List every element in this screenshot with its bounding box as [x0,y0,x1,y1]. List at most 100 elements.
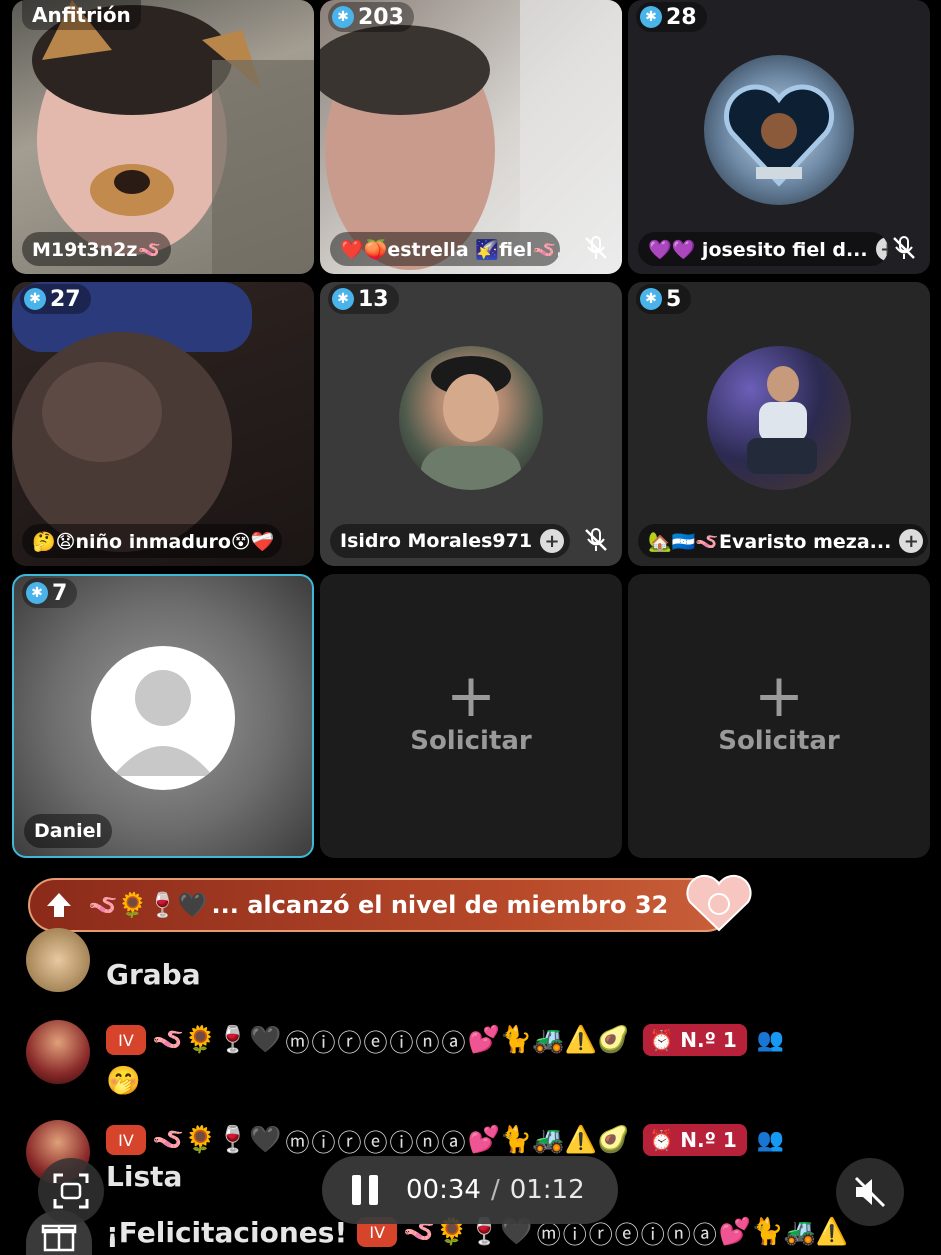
snowflake-icon: ✱ [332,288,354,310]
viewer-count: 5 [666,286,682,312]
guest-name-pill[interactable]: M19t3n2z🪱 [22,232,172,266]
level-badge: IV [106,1125,146,1155]
guest-name-pill[interactable]: Isidro Morales971 + [330,524,570,558]
follow-plus-icon[interactable]: + [540,529,565,553]
user-emojis: 🪱🌻🍷🖤 [152,1025,282,1055]
scan-frame-icon [53,1173,89,1209]
pause-icon-bar [352,1175,361,1205]
host-label: Anfitrión [22,0,141,30]
level-badge: IV [106,1025,146,1055]
pause-icon-bar [369,1175,378,1205]
viewer-count-badge: ✱ 27 [20,284,91,314]
user-group-icon: 👥 [756,1127,785,1153]
user-emojis-after: 💕🐈🚜⚠️🥑 [467,1125,630,1155]
guest-avatar [707,346,851,490]
user-emojis: 🪱🌻🍷🖤 [152,1125,282,1155]
chat-message-text: ¡Felicitaciones! [106,1215,348,1249]
viewer-count: 203 [358,4,404,30]
rank-badge: ⏰ N.º 1 [643,1024,747,1056]
user-emojis-after: 💕🐈🚜⚠️ [718,1217,849,1247]
rank-label: N.º 1 [680,1128,737,1152]
follow-plus-icon[interactable]: + [899,529,924,553]
chat-message-text: 🤭 [106,1063,141,1097]
guest-avatar [704,55,854,205]
guest-name-pill[interactable]: Daniel [24,814,113,848]
guest-name-pill[interactable]: 💜💜 josesito fiel d... + [638,232,888,266]
viewer-count: 7 [52,580,68,606]
guest-avatar [399,346,543,490]
banner-emojis: 🪱🌻🍷🖤 [88,891,208,919]
viewer-count: 27 [50,286,81,312]
viewer-count: 28 [666,4,697,30]
rank-label: N.º 1 [680,1028,737,1052]
speaker-muted-icon [854,1176,886,1208]
add-icon: + [753,661,805,731]
guest-tile-selected[interactable]: ✱ 7 Daniel [12,574,314,858]
alarm-icon: ⏰ [649,1128,675,1152]
guest-tile[interactable]: ✱ 27 🤔😧niño inmaduro😵❤️‍🩹 [12,282,314,566]
chat-username: ⓜⓘⓡⓔⓘⓝⓐ [285,1028,468,1057]
guest-name: 🏡🇭🇳🪱Evaristo meza... [648,530,892,553]
viewer-count-badge: ✱ 7 [22,578,78,608]
mic-muted-icon [585,236,607,259]
chat-user-line[interactable]: IV 🪱🌻🍷🖤 ⓜⓘⓡⓔⓘⓝⓐ 💕🐈🚜⚠️🥑 ⏰ N.º 1 👥 [106,1120,784,1160]
guest-name-pill[interactable]: ❤️🍑estrella 🌠fiel🪱... [330,232,560,266]
user-emojis-after: 💕🐈🚜⚠️🥑 [467,1025,630,1055]
chat-user-line[interactable]: IV 🪱🌻🍷🖤 ⓜⓘⓡⓔⓘⓝⓐ 💕🐈🚜⚠️🥑 ⏰ N.º 1 👥 [106,1020,784,1060]
pause-button[interactable] [352,1175,378,1205]
guest-name: 💜💜 josesito fiel d... [648,238,868,261]
guest-name: Isidro Morales971 [340,530,533,552]
viewer-count-badge: ✱ 203 [328,2,414,32]
snowflake-icon: ✱ [332,6,354,28]
member-level-banner: 🪱🌻🍷🖤 ... alcanzó el nivel de miembro 32 [28,878,733,932]
screenshot-button[interactable] [38,1158,104,1224]
chat-message-text: Graba [106,958,201,991]
guest-name-pill[interactable]: 🤔😧niño inmaduro😵❤️‍🩹 [22,524,282,558]
heart-icon [686,874,752,932]
snowflake-icon: ✱ [640,288,662,310]
snowflake-icon: ✱ [24,288,46,310]
default-avatar-icon [91,646,235,790]
user-group-icon: 👥 [756,1027,785,1053]
follow-plus-icon[interactable]: + [875,237,888,261]
request-slot[interactable]: + Solicitar [320,574,622,858]
viewer-count-badge: ✱ 5 [636,284,692,314]
add-icon: + [445,661,497,731]
guest-name-pill[interactable]: 🏡🇭🇳🪱Evaristo meza... + [638,524,928,558]
current-time: 00:34 [406,1175,481,1205]
avatar[interactable] [26,928,90,992]
viewer-count: 13 [358,286,389,312]
chat-message: Graba [26,928,201,992]
guest-tile[interactable]: ✱ 203 ❤️🍑estrella 🌠fiel🪱... [320,0,622,274]
alarm-icon: ⏰ [649,1028,675,1052]
viewer-count-badge: ✱ 28 [636,2,707,32]
guest-name: Daniel [34,820,103,842]
chat-username: ⓜⓘⓡⓔⓘⓝⓐ [285,1128,468,1157]
guest-avatar-photo [421,356,521,490]
playback-controls: 00:34 / 01:12 [322,1156,618,1224]
level-up-arrow-icon [47,893,71,917]
request-slot[interactable]: + Solicitar [628,574,930,858]
heart-frame-icon [724,84,834,187]
total-time: 01:12 [509,1175,585,1205]
time-separator: / [490,1175,500,1205]
guest-tile[interactable]: ✱ 28 💜💜 josesito fiel d... + [628,0,930,274]
guest-tile[interactable]: ✱ 13 Isidro Morales971 + [320,282,622,566]
banner-text: ... alcanzó el nivel de miembro 32 [211,891,669,919]
mic-muted-icon [585,528,607,551]
guest-tile[interactable]: ✱ 5 🏡🇭🇳🪱Evaristo meza... + [628,282,930,566]
viewer-count-badge: ✱ 13 [328,284,399,314]
mute-button[interactable] [836,1158,904,1226]
chat-message: IV 🪱🌻🍷🖤 ⓜⓘⓡⓔⓘⓝⓐ 💕🐈🚜⚠️🥑 ⏰ N.º 1 👥 🤭 [26,1020,784,1100]
snowflake-icon: ✱ [640,6,662,28]
guest-tile-host[interactable]: Anfitrión M19t3n2z🪱 [12,0,314,274]
avatar[interactable] [26,1020,90,1084]
guest-name: ❤️🍑estrella 🌠fiel🪱... [340,238,560,261]
request-label: Solicitar [718,726,840,756]
rank-badge: ⏰ N.º 1 [643,1124,747,1156]
guest-name: 🤔😧niño inmaduro😵❤️‍🩹 [32,530,275,553]
snowflake-icon: ✱ [26,582,48,604]
guest-name: M19t3n2z🪱 [32,238,162,261]
mic-muted-icon [893,236,915,259]
guest-avatar-photo [747,366,817,474]
